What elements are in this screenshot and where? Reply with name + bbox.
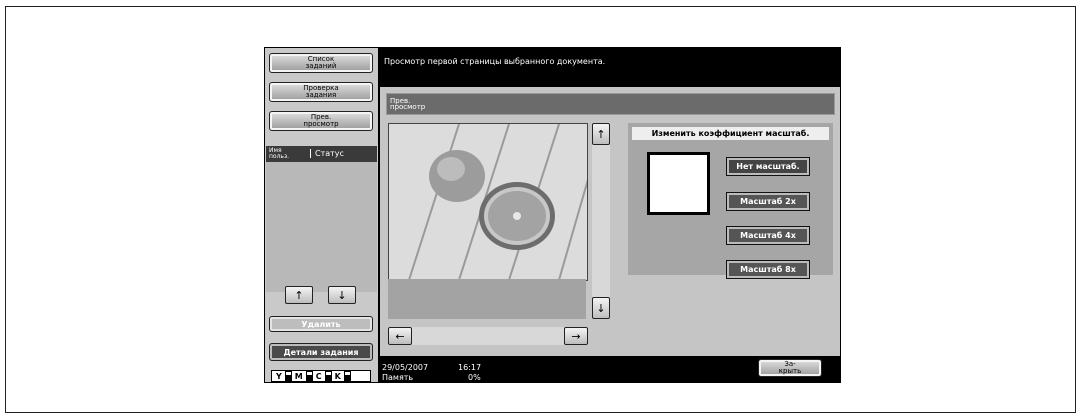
arrow-left-icon: ← [395, 329, 405, 343]
status-list[interactable] [266, 162, 377, 292]
preview-title: Прев. просмотр [386, 93, 835, 115]
arrow-up-icon: ↑ [294, 288, 304, 302]
toner-m-label: M [294, 371, 303, 381]
memory-value: 0% [468, 373, 481, 382]
scroll-down-button[interactable]: ↓ [592, 297, 610, 319]
left-menu: Список заданий Проверка задания Прев. пр… [265, 48, 378, 382]
toner-levels: Y M C K [271, 370, 371, 382]
arrow-down-icon: ↓ [337, 288, 347, 302]
preview-area: Прев. просмотр ↑ ↓ ← → Изменить коэффици… [380, 87, 840, 356]
scroll-up-button[interactable]: ↑ [592, 123, 610, 145]
toner-c-label: C [315, 371, 322, 381]
control-panel: Список заданий Проверка задания Прев. пр… [264, 47, 841, 383]
status-header: Статус [310, 149, 344, 158]
scroll-right-button[interactable]: → [564, 327, 588, 345]
list-up-button[interactable]: ↑ [285, 286, 313, 304]
toner-k-bar [343, 370, 351, 382]
toner-k-label: K [334, 371, 341, 381]
zoom-title: Изменить коэффициент масштаб. [632, 127, 829, 140]
no-zoom-button[interactable]: Нет масштаб. [726, 157, 810, 176]
preview-margin [388, 279, 586, 319]
toner-y-label: Y [276, 371, 282, 381]
message-bar: Просмотр первой страницы выбранного доку… [384, 57, 606, 66]
arrow-down-icon: ↓ [596, 301, 606, 315]
arrow-right-icon: → [571, 329, 581, 343]
list-down-button[interactable]: ↓ [328, 286, 356, 304]
status-bar: 29/05/2007 16:17 Память 0% За- крыть [380, 358, 840, 383]
zoom-4x-button[interactable]: Масштаб 4x [726, 226, 810, 245]
time-text: 16:17 [458, 363, 482, 372]
zoom-2x-button[interactable]: Масштаб 2x [726, 192, 810, 211]
zoom-8x-button[interactable]: Масштаб 8x [726, 260, 810, 279]
toner-y-bar [284, 370, 292, 382]
horizontal-scrollbar[interactable]: ← → [388, 327, 588, 345]
scroll-left-button[interactable]: ← [388, 327, 412, 345]
status-list-header: Имя польз. Статус [266, 146, 377, 162]
job-details-button[interactable]: Детали задания [269, 343, 373, 361]
close-button[interactable]: За- крыть [758, 359, 822, 377]
memory-label: Память [382, 373, 414, 382]
toner-m-bar [305, 370, 313, 382]
toner-c-bar [324, 370, 332, 382]
user-name-header: Имя польз. [269, 147, 290, 160]
preview-image [388, 123, 588, 281]
job-check-button[interactable]: Проверка задания [269, 82, 373, 102]
delete-button[interactable]: Удалить [269, 316, 373, 332]
job-list-button[interactable]: Список заданий [269, 53, 373, 73]
vertical-scrollbar[interactable]: ↑ ↓ [592, 123, 610, 319]
zoom-thumbnail [647, 152, 710, 215]
zoom-panel: Изменить коэффициент масштаб. Нет масшта… [628, 123, 833, 279]
arrow-up-icon: ↑ [596, 127, 606, 141]
preview-button[interactable]: Прев. просмотр [269, 111, 373, 131]
oranges-image [389, 124, 587, 280]
date-text: 29/05/2007 [382, 363, 429, 372]
